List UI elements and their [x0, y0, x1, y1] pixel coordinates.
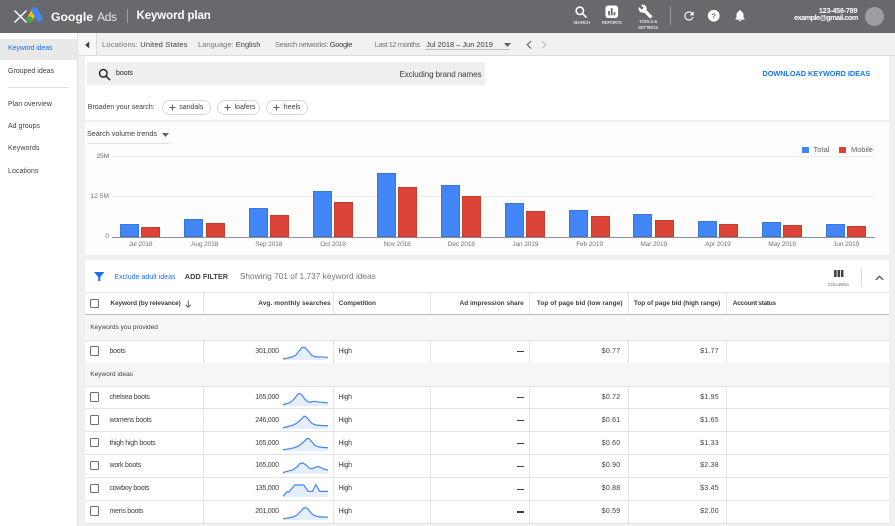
svg-text:?: ?: [711, 11, 716, 20]
